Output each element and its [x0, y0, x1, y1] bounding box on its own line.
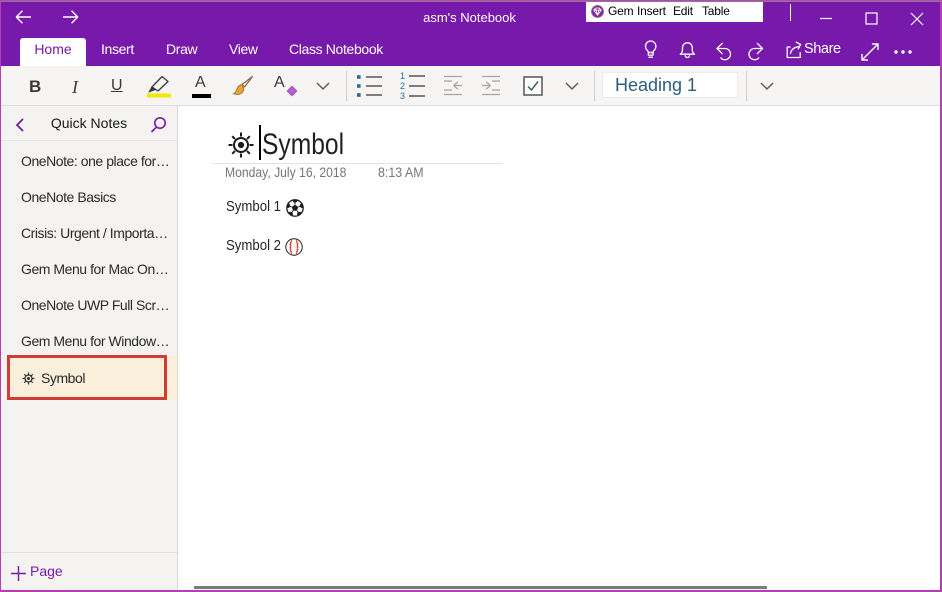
svg-text:2: 2: [400, 81, 405, 91]
svg-text:1: 1: [400, 71, 405, 81]
svg-text:3: 3: [400, 91, 405, 101]
